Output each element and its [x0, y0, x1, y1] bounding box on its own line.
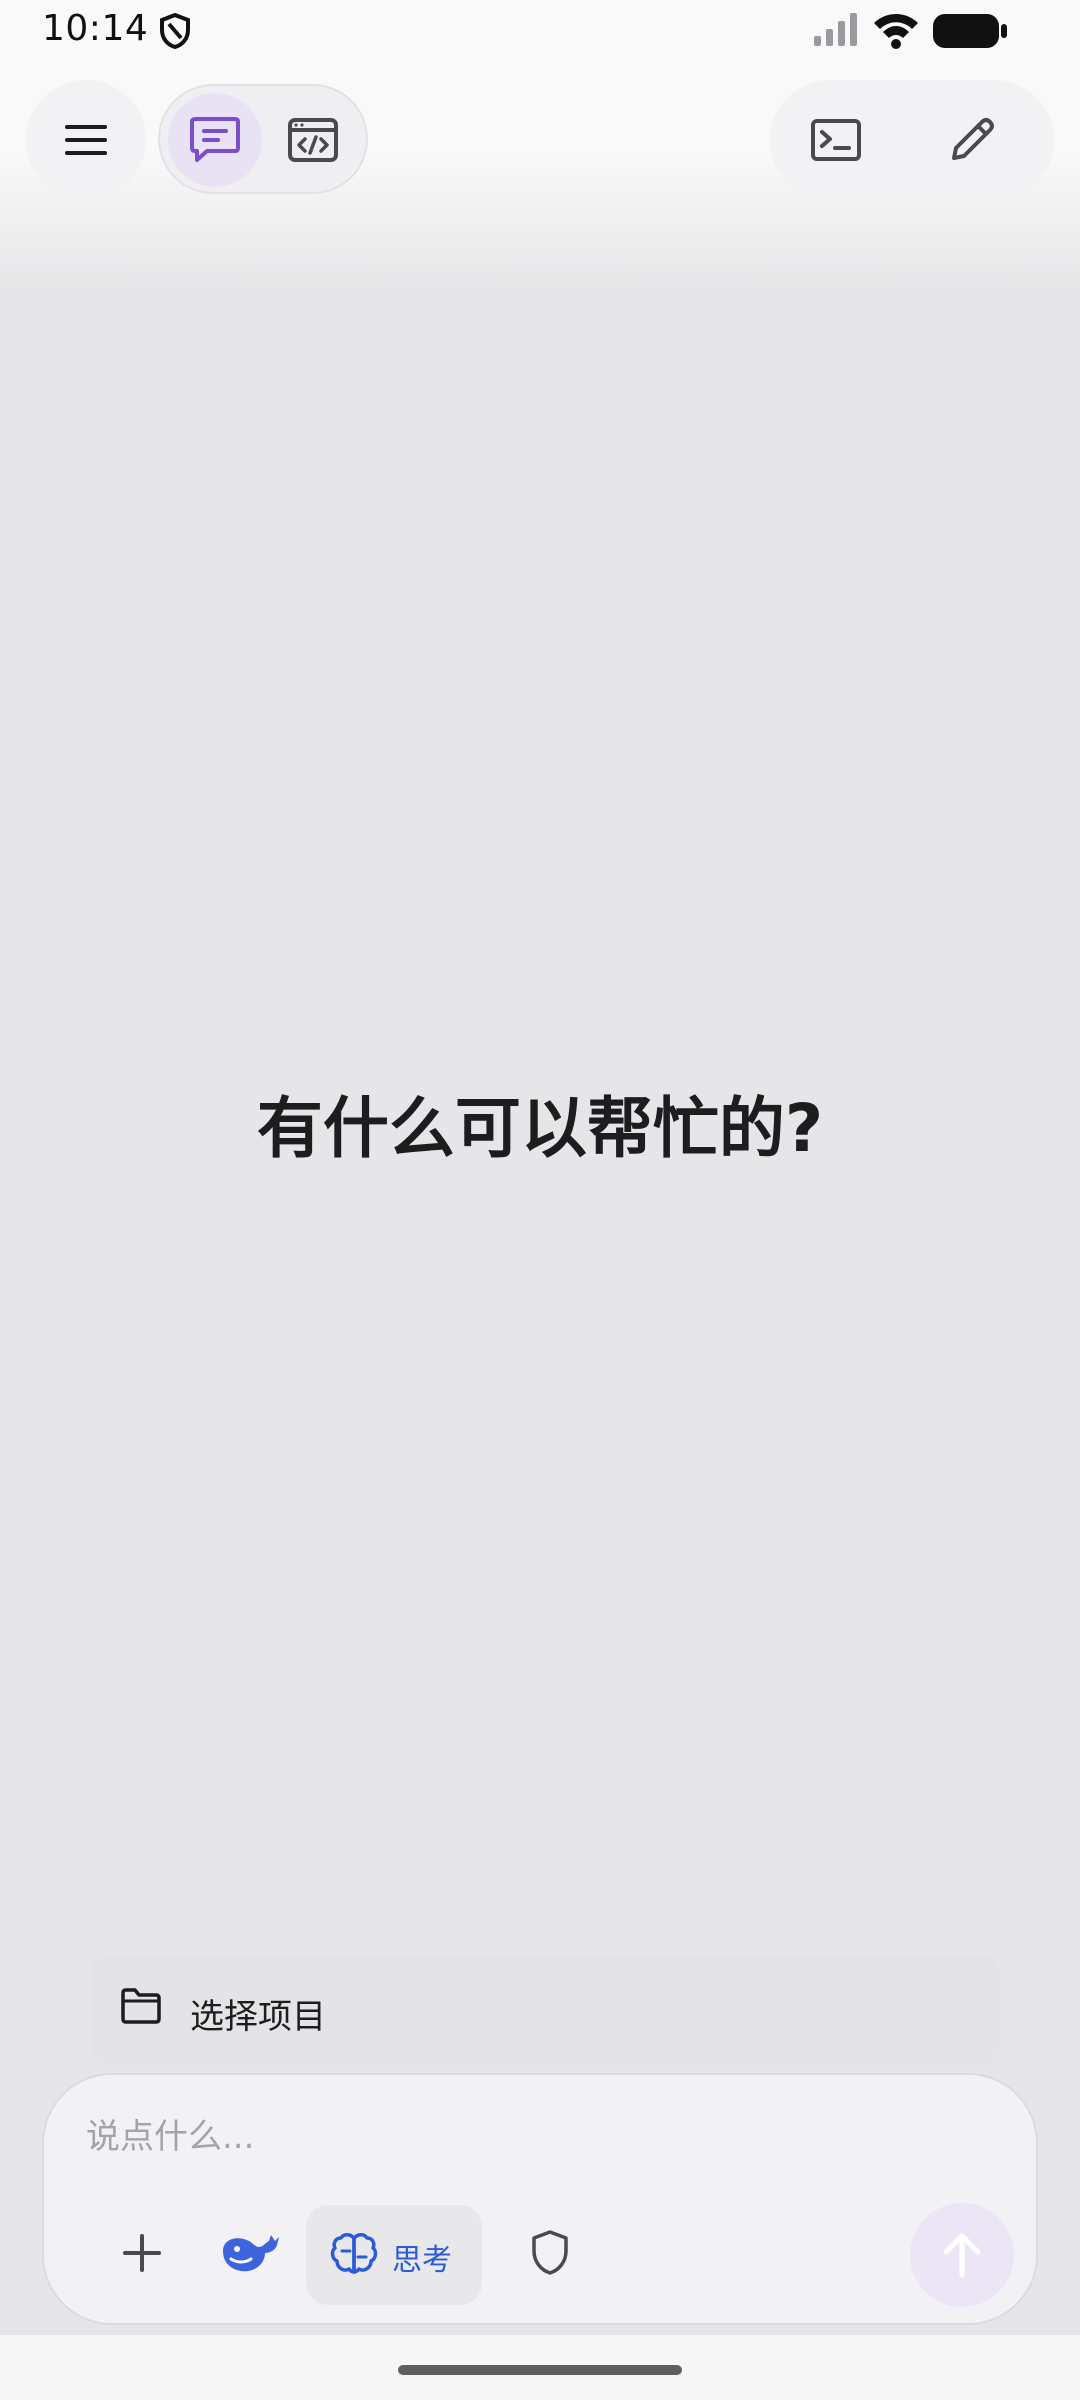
status-bar: 10:14 — [0, 0, 1080, 64]
shield-status-icon — [158, 12, 192, 54]
chat-home-screen: 10:14 有什么可以帮忙的? 选择项目 说点什么... 思考 — [0, 0, 1080, 2400]
plus-icon — [123, 2234, 161, 2272]
arrow-up-icon — [943, 2233, 981, 2278]
think-label: 思考 — [392, 2243, 452, 2278]
chat-mode-button[interactable] — [168, 93, 262, 187]
signal-icon — [812, 12, 860, 52]
add-attachment-button[interactable] — [106, 2217, 178, 2289]
project-label: 选择项目 — [190, 1997, 326, 2037]
select-project-button[interactable]: 选择项目 — [90, 1955, 1000, 2065]
brain-icon — [330, 2231, 378, 2281]
message-composer: 思考 — [42, 2073, 1038, 2325]
top-actions — [770, 80, 1054, 200]
code-window-icon — [288, 118, 338, 162]
think-toggle-button[interactable]: 思考 — [306, 2205, 482, 2305]
message-input[interactable] — [84, 2105, 984, 2169]
mode-toggle — [158, 84, 368, 194]
chat-bubble-icon — [190, 117, 240, 162]
deepseek-whale-icon — [223, 2235, 279, 2272]
model-select-button[interactable] — [212, 2215, 288, 2291]
gesture-nav-area — [0, 2335, 1080, 2400]
send-button[interactable] — [910, 2203, 1014, 2307]
status-time: 10:14 — [42, 8, 149, 49]
home-indicator[interactable] — [398, 2365, 682, 2375]
greeting-heading: 有什么可以帮忙的? — [256, 1090, 824, 1167]
wifi-icon — [872, 10, 920, 54]
terminal-button[interactable] — [794, 98, 878, 182]
code-mode-button[interactable] — [266, 93, 360, 187]
pencil-icon — [952, 118, 994, 160]
menu-button[interactable] — [26, 80, 146, 200]
battery-icon — [932, 12, 1008, 54]
terminal-icon — [811, 119, 861, 161]
new-chat-button[interactable] — [930, 98, 1014, 182]
shield-icon — [532, 2230, 568, 2275]
hamburger-menu-icon — [65, 125, 107, 155]
folder-icon — [120, 1987, 162, 2029]
privacy-button[interactable] — [514, 2217, 586, 2289]
